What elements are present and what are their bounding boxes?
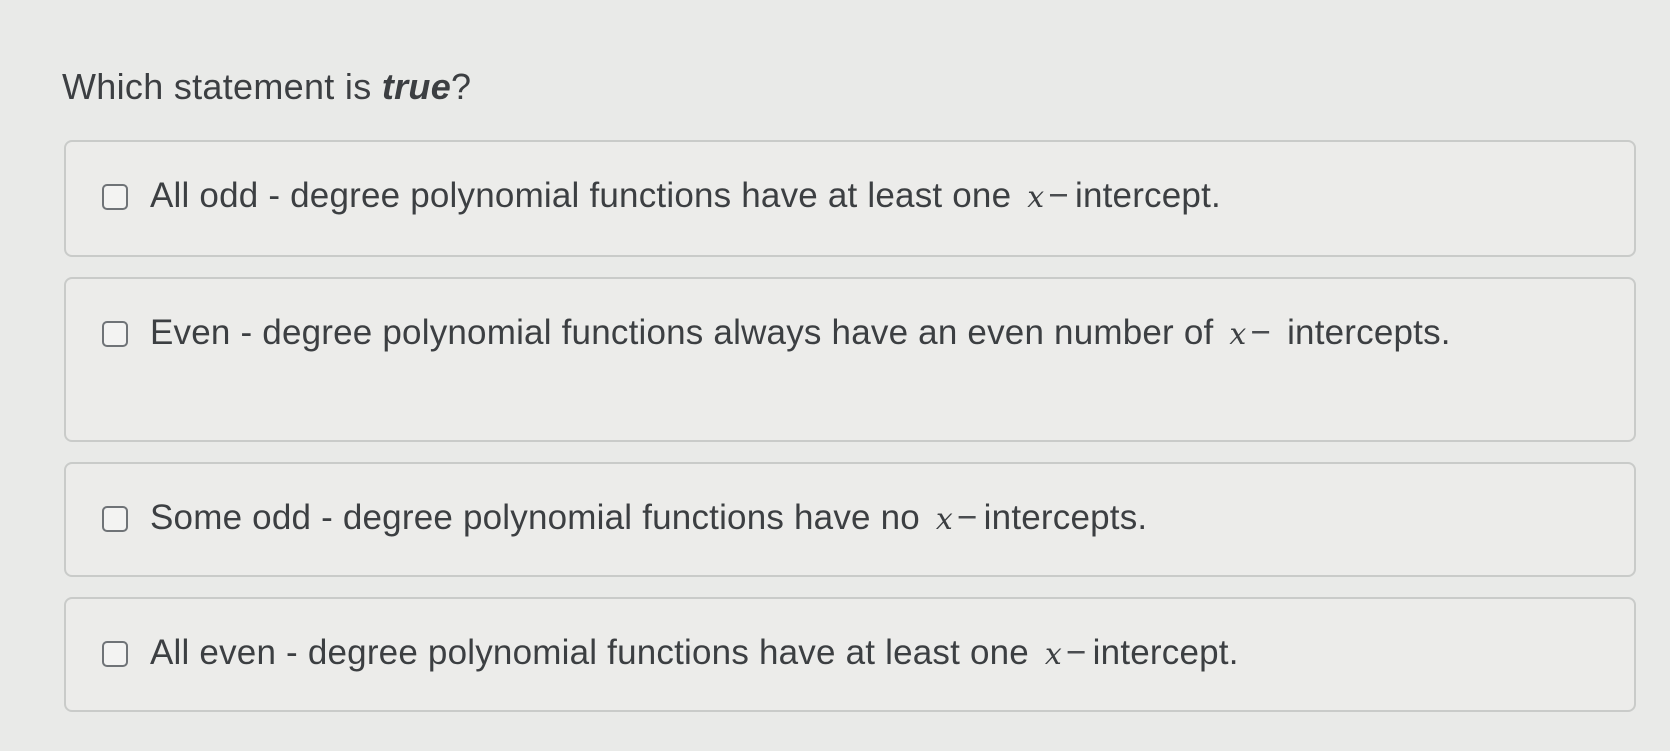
checkbox-icon[interactable] (102, 641, 128, 667)
option-4-text-after: intercept. (1092, 633, 1239, 672)
option-2-variable: x (1229, 317, 1247, 352)
option-2-dash: − (1250, 313, 1272, 352)
option-3-text-after: intercepts. (983, 498, 1148, 537)
question-prefix: Which statement is (62, 66, 382, 107)
option-3-dash: − (957, 498, 978, 537)
option-1-text-before: All odd - degree polynomial functions ha… (150, 176, 1012, 215)
answer-option-4[interactable]: All even - degree polynomial functions h… (64, 597, 1636, 712)
checkbox-icon[interactable] (102, 184, 128, 210)
question-emphasis: true (381, 66, 452, 107)
option-1-text-after: intercept. (1074, 176, 1221, 215)
option-4-dash: − (1066, 633, 1087, 672)
option-2-text-after: intercepts. (1287, 313, 1451, 352)
option-4-variable: x (1044, 637, 1063, 672)
checkbox-icon[interactable] (102, 321, 128, 347)
question-suffix: ? (451, 66, 472, 107)
checkbox-icon[interactable] (102, 506, 128, 532)
option-1-dash: − (1048, 176, 1069, 215)
option-3-variable: x (935, 502, 954, 537)
option-4-text-before: All even - degree polynomial functions h… (150, 633, 1029, 672)
option-2-text-before: Even - degree polynomial functions alway… (150, 313, 1214, 352)
question-text: Which statement is true? (62, 66, 471, 108)
answer-option-2[interactable]: Even - degree polynomial functions alway… (64, 277, 1636, 442)
answer-options-list: All odd - degree polynomial functions ha… (64, 140, 1636, 712)
answer-option-1[interactable]: All odd - degree polynomial functions ha… (64, 140, 1636, 257)
option-1-variable: x (1027, 180, 1045, 215)
option-3-text-before: Some odd - degree polynomial functions h… (150, 498, 920, 537)
answer-option-3[interactable]: Some odd - degree polynomial functions h… (64, 462, 1636, 577)
